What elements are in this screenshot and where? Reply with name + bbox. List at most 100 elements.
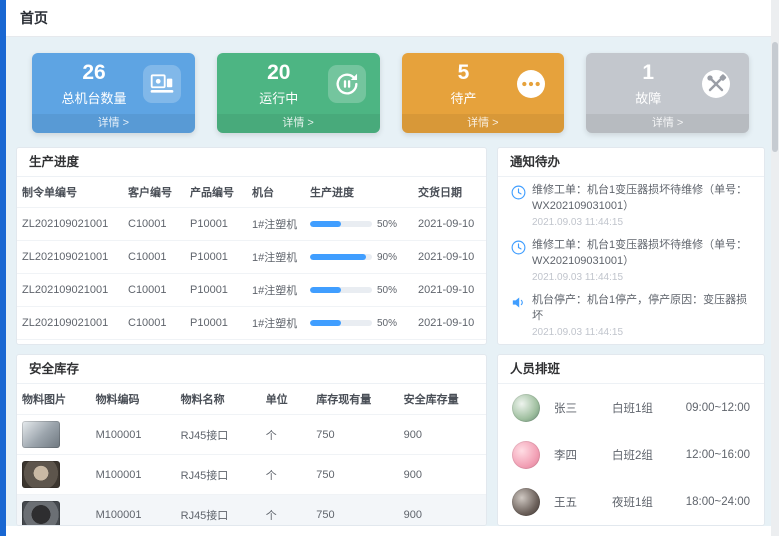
progress-label: 50% — [377, 285, 397, 296]
cycle-icon — [328, 65, 366, 103]
progress-fill — [310, 221, 341, 227]
progress-fill — [310, 287, 341, 293]
table-header-row: 物料图片 物料编码 物料名称 单位 库存现有量 安全库存量 — [17, 384, 486, 415]
machine-icon — [143, 65, 181, 103]
avatar — [512, 394, 540, 422]
stat-value: 5 — [416, 61, 512, 85]
column-header: 交货日期 — [413, 177, 487, 208]
stat-cards: 26 总机台数量 详情 > 20 运行中 — [32, 53, 749, 133]
safety-stock-panel: 安全库存 物料图片 物料编码 物料名称 单位 库存现有量 安全库存量 — [16, 354, 487, 526]
table-row[interactable]: M100001 RJ45接口 个 750 900 — [17, 455, 486, 495]
progress-label: 50% — [377, 318, 397, 329]
staff-schedule-panel: 人员排班 张三 白班1组 09:00~12:00 李四 白班2组 12:00~1… — [497, 354, 765, 526]
staff-row[interactable]: 王五 夜班1组 18:00~24:00 — [498, 478, 764, 525]
column-header: 物料名称 — [176, 384, 261, 415]
speaker-icon — [510, 293, 532, 338]
notice-text: 维修工单：机台1变压器损坏待维修（单号：WX202109031001） — [532, 183, 752, 215]
panel-title: 通知待办 — [498, 148, 764, 177]
ellipsis-icon — [512, 65, 550, 103]
table-row[interactable]: M100001 RJ45接口 个 750 900 — [17, 415, 486, 455]
table-row[interactable]: ZL202109021001 C10001 P10001 1#注塑机 50% 2… — [17, 307, 487, 340]
staff-row[interactable]: 张三 白班1组 09:00~12:00 — [498, 384, 764, 431]
column-header: 物料编码 — [91, 384, 176, 415]
notices-panel: 通知待办 维修工单：机台1变压器损坏待维修（单号：WX202109031001）… — [497, 147, 765, 345]
staff-shift: 白班1组 — [612, 400, 684, 416]
material-image — [22, 421, 60, 448]
column-header: 物料图片 — [17, 384, 91, 415]
stat-value: 1 — [600, 61, 696, 85]
notice-item[interactable]: 维修工单：机台1变压器损坏待维修（单号：WX202109031001） 2021… — [498, 177, 764, 232]
staff-time: 18:00~24:00 — [686, 496, 750, 508]
avatar — [512, 441, 540, 469]
progress-fill — [310, 320, 341, 326]
material-image — [22, 461, 60, 488]
tools-icon — [697, 65, 735, 103]
staff-name: 李四 — [554, 447, 612, 463]
column-header: 制令单编号 — [17, 177, 123, 208]
scrollbar-thumb[interactable] — [772, 42, 778, 152]
panel-title: 人员排班 — [498, 355, 764, 384]
table-row[interactable]: ZL202109021001 C10001 P10001 1#注塑机 90% 2… — [17, 241, 487, 274]
card-detail-link[interactable]: 详情 > — [402, 114, 565, 133]
card-detail-link[interactable]: 详情 > — [586, 114, 749, 133]
table-header-row: 制令单编号 客户编号 产品编号 机台 生产进度 交货日期 — [17, 177, 487, 208]
stat-value: 20 — [231, 61, 327, 85]
table-row[interactable]: ZL202109021001 C10001 P10001 1#注塑机 50% 2… — [17, 208, 487, 241]
stat-label: 运行中 — [231, 88, 327, 107]
staff-shift: 夜班1组 — [612, 494, 684, 510]
staff-row[interactable]: 李四 白班2组 12:00~16:00 — [498, 431, 764, 478]
progress-fill — [310, 254, 366, 260]
clock-icon — [510, 183, 532, 228]
stat-card-fault: 1 故障 详情 > — [586, 53, 749, 133]
progress-label: 90% — [377, 252, 397, 263]
stat-card-running: 20 运行中 详情 > — [217, 53, 380, 133]
staff-time: 09:00~12:00 — [686, 402, 750, 414]
progress-bar — [310, 254, 372, 260]
window-edge-strip — [0, 0, 6, 536]
stat-card-waiting: 5 待产 详情 > — [402, 53, 565, 133]
dashboard-content: 26 总机台数量 详情 > 20 运行中 — [6, 37, 779, 526]
column-header: 客户编号 — [123, 177, 185, 208]
column-header: 生产进度 — [305, 177, 413, 208]
progress-bar — [310, 320, 372, 326]
card-detail-link[interactable]: 详情 > — [32, 114, 195, 133]
table-row[interactable]: M100001 RJ45接口 个 750 900 — [17, 495, 486, 527]
column-header: 库存现有量 — [311, 384, 398, 415]
progress-bar — [310, 221, 372, 227]
stat-label: 总机台数量 — [46, 88, 142, 107]
progress-label: 50% — [377, 219, 397, 230]
notice-item[interactable]: 机台停产：机台1停产，停产原因：变压器损坏 2021.09.03 11:44:1… — [498, 287, 764, 342]
material-image — [22, 501, 60, 526]
column-header: 产品编号 — [185, 177, 247, 208]
column-header: 安全库存量 — [399, 384, 486, 415]
notice-time: 2021.09.03 11:44:15 — [532, 217, 752, 228]
table-row[interactable]: ZL202109021001 C10001 P10001 1#注塑机 50% 2… — [17, 340, 487, 346]
stat-card-total-machines: 26 总机台数量 详情 > — [32, 53, 195, 133]
table-row[interactable]: ZL202109021001 C10001 P10001 1#注塑机 50% 2… — [17, 274, 487, 307]
clock-icon — [510, 238, 532, 283]
stat-label: 待产 — [416, 88, 512, 107]
notice-item[interactable]: 计划暂停：机台1生产计划已暂停 2021.09.03 11:44:15 — [498, 342, 764, 345]
scrollbar[interactable] — [771, 0, 779, 536]
staff-name: 王五 — [554, 494, 612, 510]
notice-item[interactable]: 维修工单：机台1变压器损坏待维修（单号：WX202109031001） 2021… — [498, 232, 764, 287]
panel-title: 生产进度 — [17, 148, 486, 177]
staff-shift: 白班2组 — [612, 447, 684, 463]
card-detail-link[interactable]: 详情 > — [217, 114, 380, 133]
panel-title: 安全库存 — [17, 355, 486, 384]
top-bar: 首页 — [6, 0, 779, 37]
progress-bar — [310, 287, 372, 293]
inventory-table: 物料图片 物料编码 物料名称 单位 库存现有量 安全库存量 M100001 RJ… — [17, 384, 486, 526]
production-progress-panel: 生产进度 制令单编号 客户编号 产品编号 机台 生产进度 交货日期 ZL2021 — [16, 147, 487, 345]
notice-time: 2021.09.03 11:44:15 — [532, 327, 752, 338]
notice-time: 2021.09.03 11:44:15 — [532, 272, 752, 283]
staff-name: 张三 — [554, 400, 612, 416]
stat-value: 26 — [46, 61, 142, 85]
column-header: 单位 — [261, 384, 312, 415]
page-title[interactable]: 首页 — [20, 8, 48, 28]
production-table: 制令单编号 客户编号 产品编号 机台 生产进度 交货日期 ZL202109021… — [17, 177, 487, 345]
stat-label: 故障 — [600, 88, 696, 107]
staff-time: 12:00~16:00 — [686, 449, 750, 461]
notice-text: 机台停产：机台1停产，停产原因：变压器损坏 — [532, 293, 752, 325]
column-header: 机台 — [247, 177, 305, 208]
